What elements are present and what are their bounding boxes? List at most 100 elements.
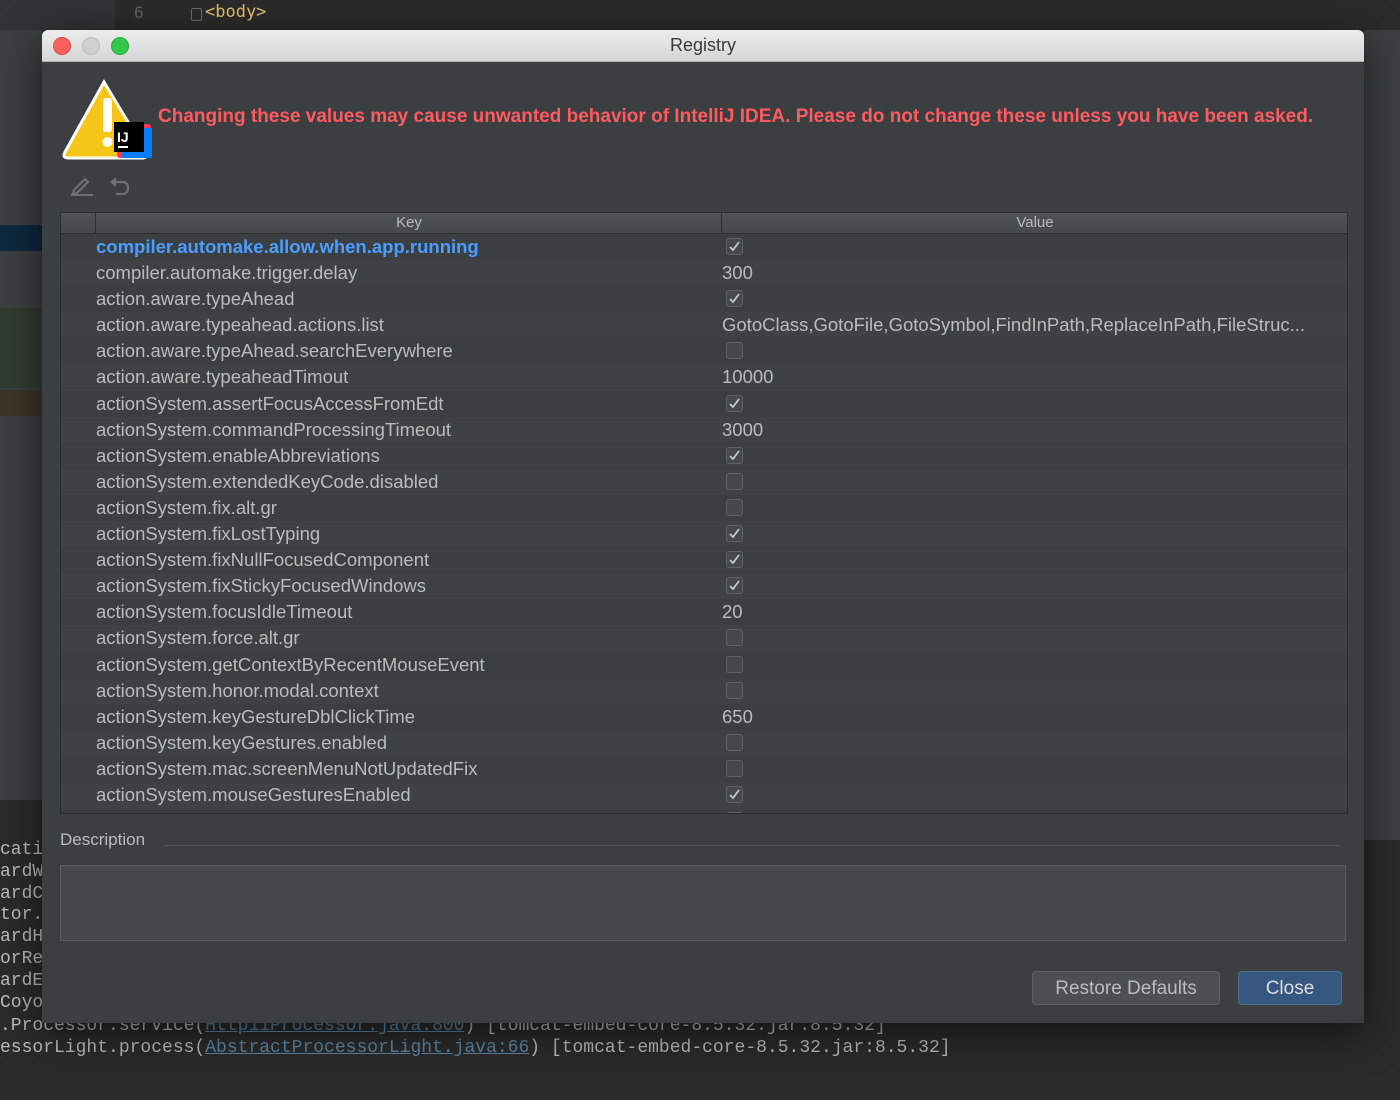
checkbox-unchecked[interactable] <box>726 759 743 777</box>
registry-value[interactable]: 3000 <box>722 417 763 443</box>
fold-icon[interactable] <box>191 8 202 21</box>
table-row[interactable]: actionSystem.mouseGesturesEnabled <box>61 781 1347 809</box>
registry-key: actionSystem.enableAbbreviations <box>96 444 380 466</box>
registry-key: actionSystem.honor.modal.context <box>96 679 379 701</box>
registry-key: actionSystem.keyGestureDblClickTime <box>96 705 416 727</box>
table-row[interactable]: actionSystem.focusIdleTimeout 20 <box>61 599 1347 625</box>
warning-icon: IJ <box>62 79 152 160</box>
registry-key: actionSystem.fixStickyFocusedWindows <box>96 575 427 597</box>
table-row[interactable]: actionSystem.fixLostTyping <box>61 521 1347 548</box>
checkbox-checked[interactable] <box>726 525 743 543</box>
checkbox-checked[interactable] <box>726 785 743 803</box>
registry-key: action.aware.typeaheadTimout <box>96 366 349 388</box>
table-row[interactable]: actionSystem.assertFocusAccessFromEdt <box>61 391 1347 417</box>
registry-key: actionSystem.mouseGesturesEnabled <box>96 783 411 805</box>
title-bar[interactable]: Registry <box>42 30 1364 62</box>
checkbox-unchecked[interactable] <box>726 655 743 673</box>
registry-key: actionSystem.assertFocusAccessFromEdt <box>96 392 444 414</box>
checkbox-unchecked[interactable] <box>726 498 743 516</box>
table-row[interactable]: compiler.automake.trigger.delay 300 <box>61 260 1347 287</box>
registry-value[interactable]: 20 <box>722 599 743 625</box>
registry-value[interactable]: GotoClass,GotoFile,GotoSymbol,FindInPath… <box>722 312 1305 338</box>
stacktrace-link[interactable]: AbstractProcessorLight.java:66 <box>205 1038 529 1058</box>
checkbox-checked[interactable] <box>726 238 743 255</box>
table-row[interactable] <box>61 808 1347 813</box>
restore-defaults-button[interactable]: Restore Defaults <box>1032 971 1220 1005</box>
console-line: ardCo <box>0 883 42 904</box>
registry-key: actionSystem.force.alt.gr <box>96 627 300 649</box>
registry-table[interactable]: Key Value compiler.automake.allow.when.a… <box>60 212 1348 814</box>
table-body: compiler.automake.allow.when.app.running… <box>61 234 1347 813</box>
table-row[interactable]: actionSystem.fixStickyFocusedWindows <box>61 573 1347 600</box>
registry-key: compiler.automake.trigger.delay <box>96 262 358 284</box>
description-divider <box>164 845 1340 846</box>
checkbox-checked[interactable] <box>726 446 743 464</box>
table-row[interactable]: actionSystem.fix.alt.gr <box>61 495 1347 521</box>
checkmark-icon <box>729 398 740 408</box>
checkbox-unchecked[interactable] <box>726 472 743 490</box>
checkbox-checked[interactable] <box>726 577 743 595</box>
registry-value[interactable]: 300 <box>722 260 753 286</box>
checkbox-unchecked[interactable] <box>726 812 743 813</box>
registry-key: actionSystem.mac.screenMenuNotUpdatedFix <box>96 757 478 779</box>
table-row[interactable]: action.aware.typeahead.actions.list GotoC… <box>61 312 1347 339</box>
table-row[interactable]: actionSystem.mac.screenMenuNotUpdatedFix <box>61 756 1347 782</box>
table-row[interactable]: actionSystem.fixNullFocusedComponent <box>61 547 1347 573</box>
warning-message: Changing these values may cause unwanted… <box>158 106 1314 127</box>
checkbox-checked[interactable] <box>726 394 743 412</box>
checkmark-icon <box>729 554 740 565</box>
column-header-key[interactable]: Key <box>95 213 722 233</box>
table-row[interactable]: actionSystem.getContextByRecentMouseEven… <box>61 652 1347 678</box>
console-output-left: catioardWrardCotor.AardHoorRepardEnCoyot <box>0 840 42 1014</box>
console-line: ardEn <box>0 970 42 991</box>
ide-right-panel <box>1364 30 1400 1070</box>
code-line[interactable]: <body> <box>205 2 266 22</box>
table-row[interactable]: actionSystem.enableAbbreviations <box>61 443 1347 469</box>
registry-key: actionSystem.extendedKeyCode.disabled <box>96 470 439 492</box>
registry-key: compiler.automake.allow.when.app.running <box>96 236 479 257</box>
table-row[interactable]: actionSystem.force.alt.gr <box>61 625 1347 652</box>
edit-icon[interactable] <box>70 176 94 196</box>
table-row[interactable]: actionSystem.extendedKeyCode.disabled <box>61 468 1347 495</box>
registry-key: actionSystem.getContextByRecentMouseEven… <box>96 653 485 675</box>
registry-key: actionSystem.fix.alt.gr <box>96 496 277 518</box>
registry-key: actionSystem.focusIdleTimeout <box>96 601 353 623</box>
close-button[interactable]: Close <box>1238 971 1342 1005</box>
checkmark-icon <box>729 450 740 461</box>
registry-value[interactable]: 10000 <box>722 364 773 390</box>
table-row[interactable]: actionSystem.keyGestureDblClickTime 650 <box>61 704 1347 730</box>
checkbox-checked[interactable] <box>726 551 743 569</box>
table-row[interactable]: actionSystem.keyGestures.enabled <box>61 729 1347 756</box>
table-header: Key Value <box>61 213 1347 234</box>
registry-key: actionSystem.keyGestures.enabled <box>96 731 388 753</box>
checkbox-unchecked[interactable] <box>726 629 743 647</box>
table-row[interactable]: actionSystem.commandProcessingTimeout 300… <box>61 416 1347 443</box>
revert-icon[interactable] <box>108 175 130 195</box>
checkbox-unchecked[interactable] <box>726 681 743 699</box>
console-line: ardHo <box>0 927 42 948</box>
description-area[interactable] <box>60 865 1346 941</box>
description-label: Description <box>60 830 146 849</box>
registry-key: actionSystem.fixNullFocusedComponent <box>96 549 430 571</box>
checkbox-checked[interactable] <box>726 290 743 308</box>
table-row[interactable]: action.aware.typeAhead <box>61 286 1347 312</box>
checkmark-icon <box>729 241 740 252</box>
svg-text:IJ: IJ <box>117 129 129 145</box>
registry-key: action.aware.typeAhead <box>96 288 295 310</box>
table-row[interactable]: compiler.automake.allow.when.app.running <box>61 234 1347 260</box>
table-row[interactable]: action.aware.typeAhead.searchEverywhere <box>61 338 1347 364</box>
table-row[interactable]: actionSystem.honor.modal.context <box>61 677 1347 704</box>
checkbox-unchecked[interactable] <box>726 733 743 751</box>
registry-key: actionSystem.fixLostTyping <box>96 523 321 545</box>
registry-value[interactable]: 650 <box>722 704 753 730</box>
table-row[interactable]: action.aware.typeaheadTimout 10000 <box>61 364 1347 391</box>
column-header-value[interactable]: Value <box>721 213 1347 233</box>
editor-gutter <box>0 0 115 30</box>
console-line: ardWr <box>0 861 42 882</box>
checkmark-icon <box>729 293 740 304</box>
checkbox-unchecked[interactable] <box>726 342 743 360</box>
console-line: orRep <box>0 948 42 969</box>
console-line: catio <box>0 840 42 860</box>
registry-key: actionSystem.commandProcessingTimeout <box>96 418 452 440</box>
registry-dialog: Registry IJ Changing these values may ca… <box>42 30 1364 1023</box>
